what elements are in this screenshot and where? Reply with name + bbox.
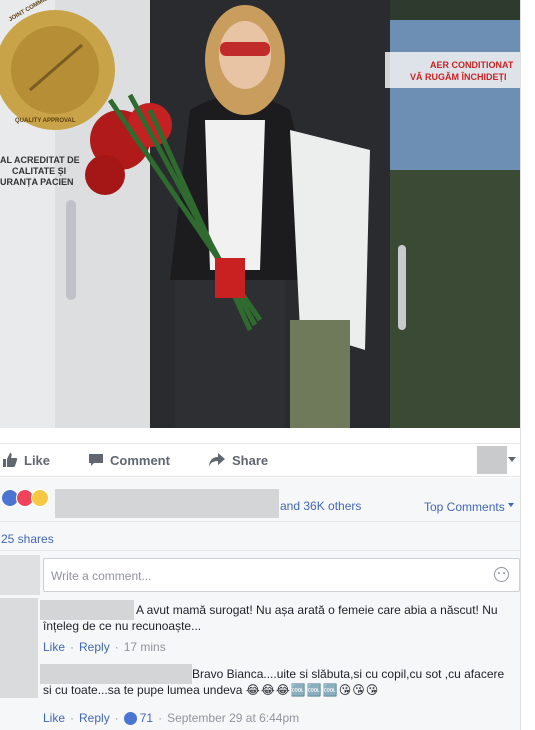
comment-label: Comment (110, 452, 170, 468)
shares-link[interactable]: 25 shares (1, 532, 54, 546)
feedback-section: and 36K others Top Comments 25 shares Wr… (0, 478, 520, 730)
divider (0, 550, 520, 551)
share-arrow-icon (209, 453, 225, 467)
comment-button[interactable]: Comment (88, 452, 535, 468)
like-label: Like (24, 452, 51, 468)
share-button[interactable]: Share (208, 452, 268, 468)
like-button[interactable]: Like (2, 452, 50, 468)
comment-like-count[interactable]: 71 (123, 711, 154, 725)
like-count-value: 71 (139, 711, 154, 725)
comment-reply-link[interactable]: Reply (79, 640, 110, 654)
top-comments-label: Top Comments (424, 500, 505, 514)
seal-bottom-text: QUALITY APPROVAL (15, 118, 76, 124)
door-text-2: CALITATE ȘI (12, 166, 67, 176)
comment-emojis: 😂😂😂🆒🆒🆒😘😘😘 (245, 683, 380, 697)
divider (0, 521, 520, 522)
right-gutter (520, 0, 535, 730)
chevron-down-icon[interactable] (508, 457, 516, 462)
comment-text: Bravo Bianca....uite si slăbuta,si cu co… (43, 666, 513, 698)
separator-dot: · (70, 640, 75, 654)
comment-timestamp[interactable]: 17 mins (124, 640, 166, 654)
post-action-bar: Like Comment Share (0, 443, 520, 477)
like-count-icon (123, 711, 137, 725)
comment-like-link[interactable]: Like (43, 640, 65, 654)
reactors-count-link[interactable]: and 36K others (280, 499, 361, 513)
comment-item: A avut mamă surogat! Nu așa arată o feme… (0, 598, 520, 698)
door-text-3: URANȚA PACIEN (0, 177, 74, 187)
post-photo[interactable]: AER CONDITIONAT VĂ RUGĂM ÎNCHIDEȚI AL AC… (0, 0, 520, 428)
comment-icon (89, 454, 103, 466)
thumbs-up-icon (3, 453, 18, 467)
viewer-avatar[interactable] (477, 446, 507, 474)
comment-reply-link[interactable]: Reply (79, 711, 110, 725)
sign-lower-text: VĂ RUGĂM ÎNCHIDEȚI (410, 72, 507, 82)
sign-upper-text: AER CONDITIONAT (430, 60, 514, 70)
separator-dot: · (114, 711, 119, 725)
comment-input[interactable]: Write a comment... (43, 558, 520, 592)
separator-dot: · (114, 640, 119, 654)
comment-like-link[interactable]: Like (43, 711, 65, 725)
blurred-reactor-names (55, 489, 279, 518)
composer-avatar (0, 555, 40, 595)
comment-item: Bravo Bianca....uite si slăbuta,si cu co… (0, 662, 520, 730)
comment-timestamp[interactable]: September 29 at 6:44pm (167, 711, 299, 725)
share-label: Share (232, 452, 269, 468)
wow-reaction-icon (31, 489, 49, 507)
top-comments-dropdown[interactable]: Top Comments (424, 500, 514, 514)
reactions-summary[interactable]: and 36K others Top Comments (0, 486, 520, 518)
comment-input-placeholder: Write a comment... (51, 569, 152, 583)
emoji-icon[interactable] (494, 567, 509, 582)
comment-actions: Like · Reply · 71 · September 29 at 6:44… (43, 711, 299, 725)
separator-dot: · (158, 711, 163, 725)
separator-dot: · (70, 711, 75, 725)
door-text-1: AL ACREDITAT DE (0, 155, 80, 165)
comment-text: A avut mamă surogat! Nu așa arată o feme… (43, 603, 498, 633)
comment-actions: Like · Reply · 17 mins (43, 640, 166, 654)
caret-down-icon (507, 502, 514, 507)
